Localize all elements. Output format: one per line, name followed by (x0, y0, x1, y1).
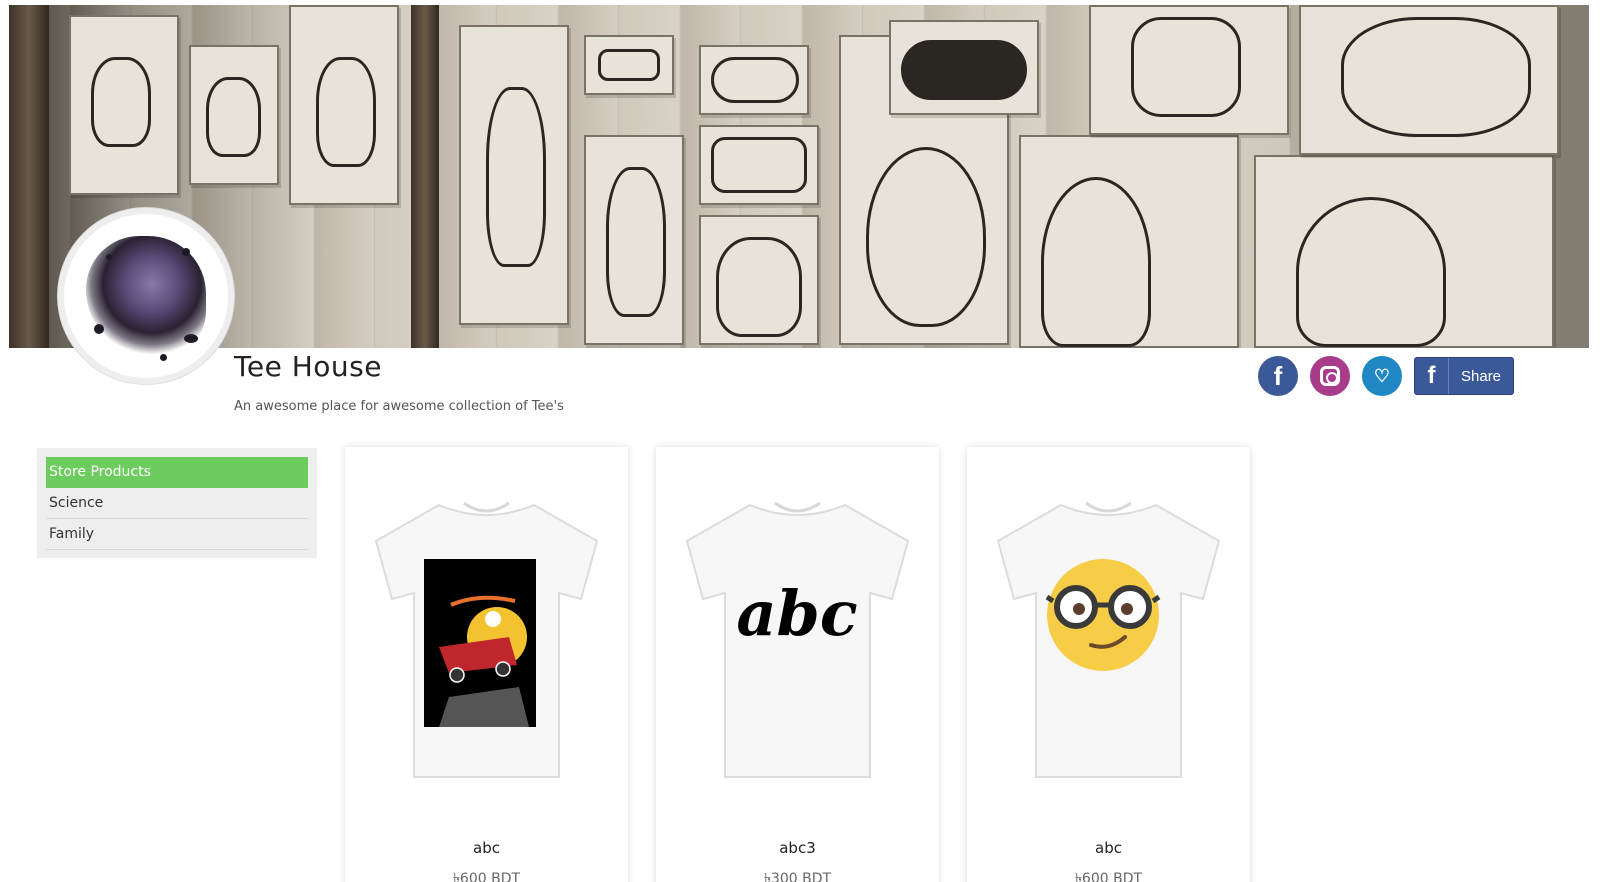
store-name: Tee House (234, 350, 382, 383)
cover-poster (699, 125, 819, 205)
tshirt-image[interactable]: abc (680, 497, 915, 782)
tshirt-image[interactable] (991, 497, 1226, 782)
category-sidebar: Store Products Science Family (37, 448, 317, 558)
nerd-emoji-icon (1045, 559, 1161, 671)
product-name[interactable]: abc (345, 839, 628, 857)
cover-poster (69, 15, 179, 195)
store-tagline: An awesome place for awesome collection … (234, 399, 564, 414)
product-card[interactable]: abc abc3 ৳300 BDT (656, 447, 939, 882)
product-name[interactable]: abc (967, 839, 1250, 857)
cover-poster (699, 215, 819, 345)
cover-poster (699, 45, 809, 115)
product-card[interactable]: abc ৳600 BDT (345, 447, 628, 882)
category-store-products[interactable]: Store Products (46, 457, 308, 488)
cover-poster (1089, 5, 1289, 135)
cover-poster (584, 135, 684, 345)
cover-frame-left (9, 5, 49, 348)
instagram-icon[interactable] (1310, 356, 1350, 396)
share-label: Share (1461, 367, 1502, 385)
category-science[interactable]: Science (46, 488, 308, 519)
abc-print: abc (736, 577, 857, 650)
cover-poster (1299, 5, 1559, 155)
cover-poster (1254, 155, 1554, 348)
category-family[interactable]: Family (46, 519, 308, 550)
product-name[interactable]: abc3 (656, 839, 939, 857)
product-card[interactable]: abc ৳600 BDT (967, 447, 1250, 882)
cover-poster (1019, 135, 1239, 348)
product-price: ৳600 BDT (1074, 871, 1143, 882)
cover-poster (459, 25, 569, 325)
cover-poster (289, 5, 399, 205)
facebook-icon[interactable]: f (1258, 356, 1298, 396)
cover-poster (584, 35, 674, 95)
facebook-f-icon: f (1415, 358, 1449, 394)
cover-poster (889, 20, 1039, 115)
tshirt-image[interactable] (369, 497, 604, 782)
product-price: ৳600 BDT (452, 871, 521, 882)
cover-photo (9, 5, 1589, 348)
facebook-share-button[interactable]: f Share (1414, 357, 1514, 395)
cover-frame-mid (411, 5, 439, 348)
product-grid: abc ৳600 BDT abc abc3 ৳300 BDT abc ৳600 … (345, 447, 1250, 882)
messenger-icon[interactable]: ♡ (1362, 356, 1402, 396)
store-avatar[interactable] (58, 208, 234, 384)
social-links: f ♡ f Share (1258, 356, 1514, 396)
product-price: ৳300 BDT (763, 871, 832, 882)
cover-poster (189, 45, 279, 185)
